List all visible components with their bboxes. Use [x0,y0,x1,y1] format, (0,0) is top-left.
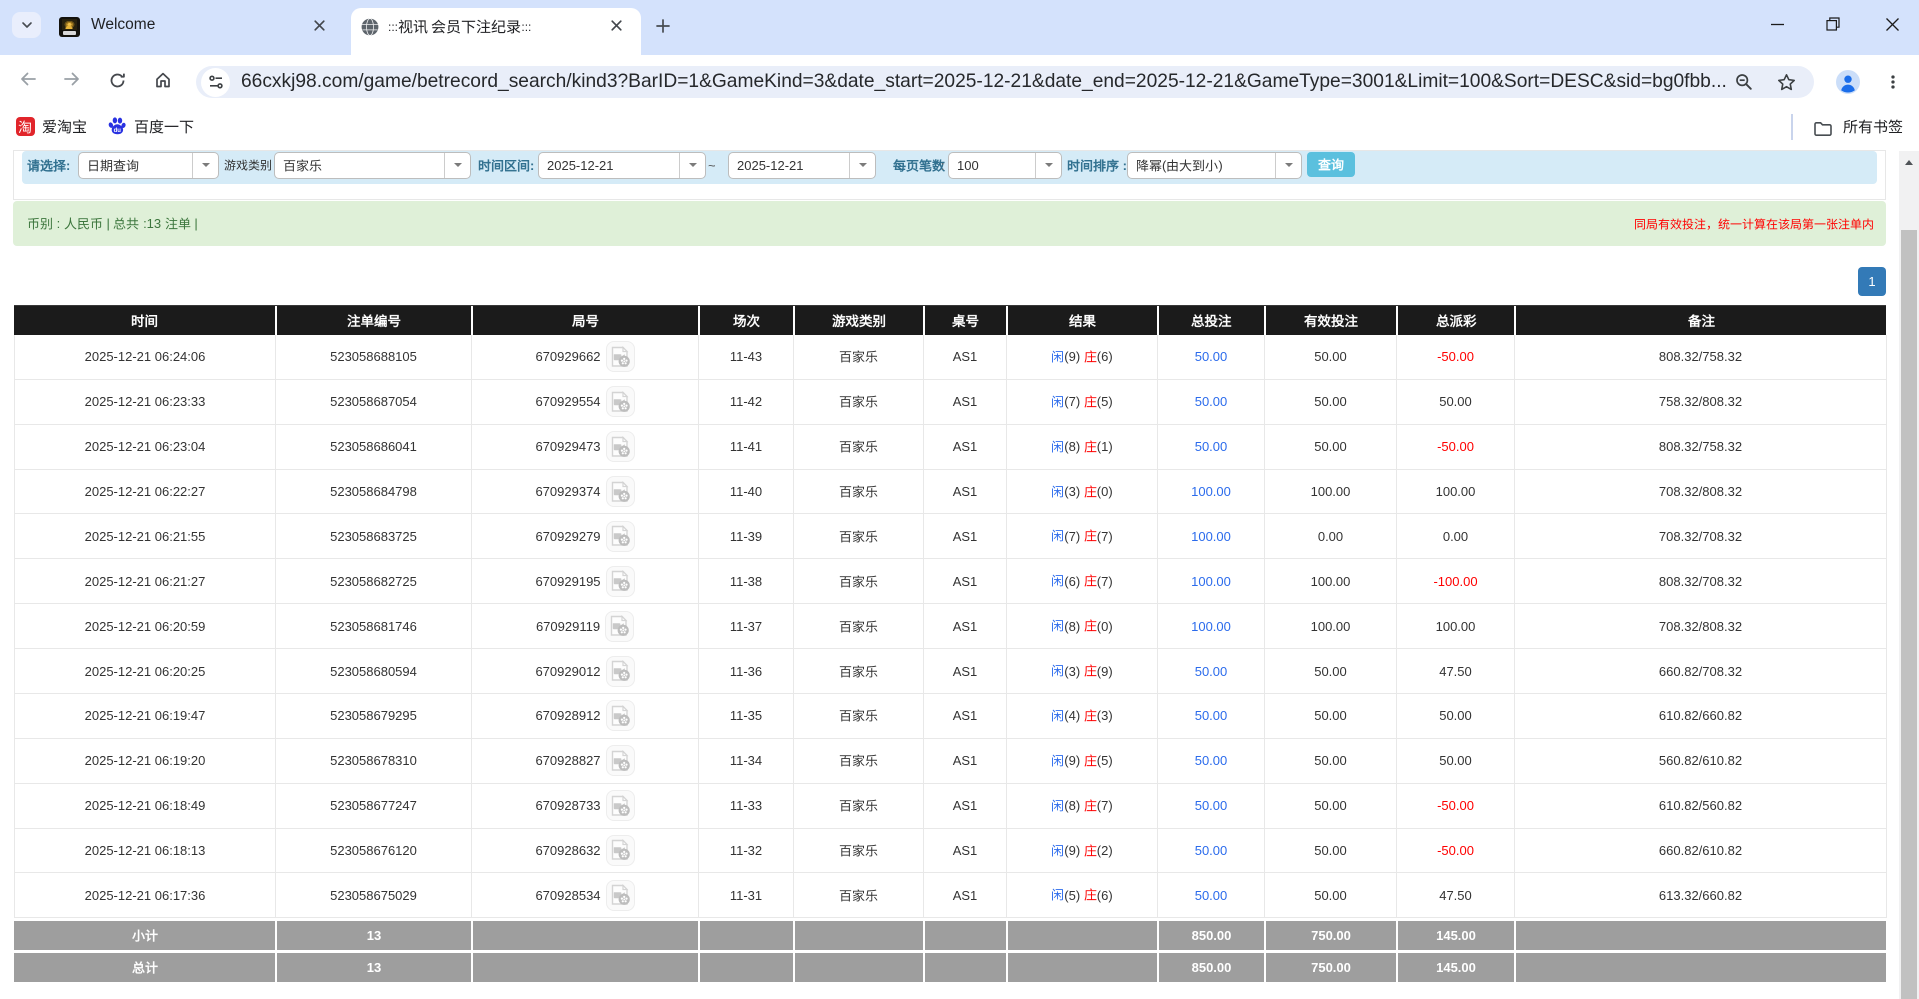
svg-text:du: du [114,128,122,134]
